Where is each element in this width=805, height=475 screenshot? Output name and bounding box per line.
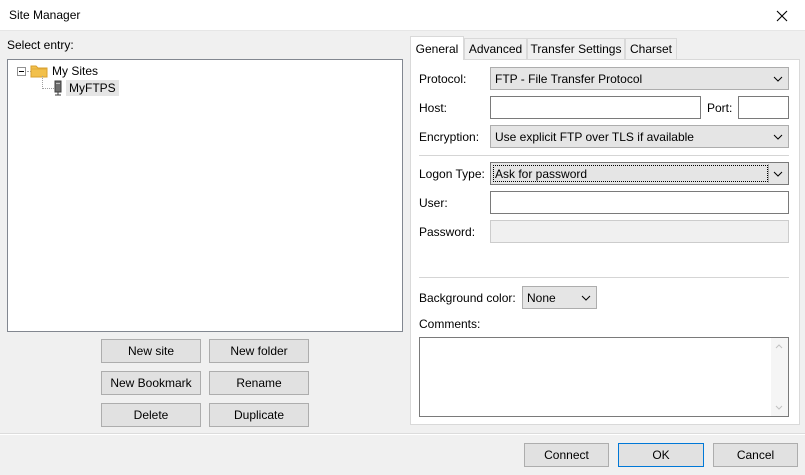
background-color-select[interactable]: None [522,286,597,309]
new-folder-button-label: New folder [230,344,288,358]
password-label: Password: [419,225,476,239]
close-icon [776,10,788,21]
tab-general[interactable]: General [410,36,464,60]
duplicate-button-label: Duplicate [233,408,285,422]
comments-scrollbar[interactable] [771,338,788,416]
footer-divider-highlight [0,434,805,435]
chevron-down-icon [772,72,784,85]
comments-textarea[interactable] [419,337,789,417]
section-divider [419,155,789,156]
tree-item-label: My Sites [52,64,99,78]
chevron-down-icon [580,291,592,304]
scroll-up-icon[interactable] [775,344,783,349]
protocol-label: Protocol: [419,72,467,86]
tab-charset[interactable]: Charset [625,38,677,59]
chevron-down-icon [772,167,784,180]
new-site-button[interactable]: New site [101,339,201,363]
tree-item-myftps[interactable]: MyFTPS [53,79,119,97]
tab-label: General [415,41,459,56]
password-input [490,220,789,243]
rename-button[interactable]: Rename [209,371,309,395]
cancel-button[interactable]: Cancel [713,443,798,467]
focus-rect [493,165,768,182]
server-icon [54,80,62,96]
protocol-select[interactable]: FTP - File Transfer Protocol [490,67,789,90]
site-tree[interactable]: My Sites MyFTPS [7,59,403,332]
close-button[interactable] [759,0,805,31]
user-input[interactable] [490,191,789,214]
delete-button[interactable]: Delete [101,403,201,427]
tree-item-label: MyFTPS [66,80,119,96]
ok-button-label: OK [652,448,670,462]
logon-type-label: Logon Type: [419,167,485,181]
folder-icon [30,65,48,78]
duplicate-button[interactable]: Duplicate [209,403,309,427]
delete-button-label: Delete [133,408,169,422]
tab-label: Transfer Settings [530,42,622,56]
background-color-value: None [527,290,556,305]
combo-divider [768,164,769,183]
encryption-select[interactable]: Use explicit FTP over TLS if available [490,125,789,148]
new-bookmark-button[interactable]: New Bookmark [101,371,201,395]
host-label: Host: [419,101,448,115]
encryption-label: Encryption: [419,130,480,144]
port-input[interactable] [738,96,789,119]
tab-transfer-settings[interactable]: Transfer Settings [527,38,625,59]
title-bar: Site Manager [0,0,805,31]
new-bookmark-button-label: New Bookmark [110,376,192,390]
new-site-button-label: New site [127,344,174,358]
background-color-label: Background color: [419,291,516,305]
chevron-down-icon [772,130,784,143]
tab-label: Charset [629,42,673,56]
tab-label: Advanced [468,42,523,56]
connect-button-label: Connect [544,448,589,462]
new-folder-button[interactable]: New folder [209,339,309,363]
comments-label: Comments: [419,317,481,331]
window-title: Site Manager [9,8,81,22]
user-label: User: [419,196,448,210]
connect-button[interactable]: Connect [524,443,609,467]
logon-type-select[interactable]: Ask for password [490,162,789,185]
select-entry-label: Select entry: [7,38,74,52]
host-input[interactable] [490,96,701,119]
protocol-value: FTP - File Transfer Protocol [495,71,643,86]
section-divider [419,277,789,278]
cancel-button-label: Cancel [736,448,775,462]
tab-advanced[interactable]: Advanced [464,38,527,59]
collapse-toggle[interactable] [17,67,26,76]
ok-button[interactable]: OK [618,443,704,467]
tree-item-my-sites[interactable]: My Sites [30,62,98,80]
rename-button-label: Rename [236,376,282,390]
scroll-down-icon[interactable] [775,405,783,410]
port-label: Port: [707,101,733,115]
encryption-value: Use explicit FTP over TLS if available [495,129,694,144]
